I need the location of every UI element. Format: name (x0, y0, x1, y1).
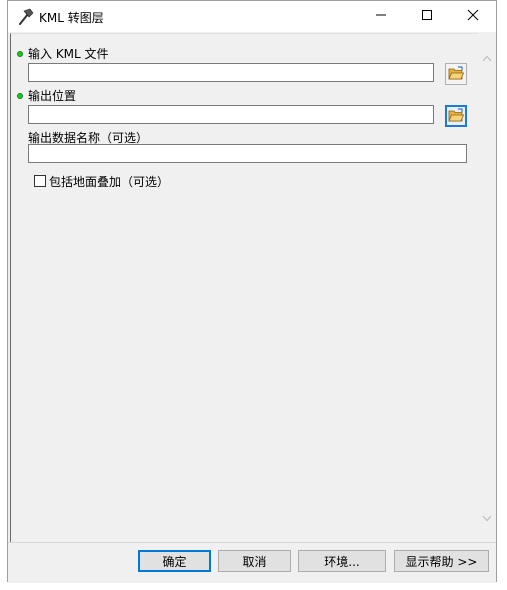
parameters-panel: 输入 KML 文件 输出位置 输出数据名称（可选） 包括地面叠加（可选） (10, 33, 478, 542)
required-indicator-icon (17, 51, 23, 57)
minimize-button[interactable] (358, 1, 404, 32)
scroll-up-icon[interactable] (482, 51, 492, 65)
scroll-down-icon[interactable] (482, 511, 492, 525)
button-bar: 确定 取消 环境... 显示帮助 >> (8, 542, 496, 583)
required-indicator-icon (17, 93, 23, 99)
open-folder-icon (448, 108, 465, 125)
hammer-icon (16, 8, 34, 26)
browse-input-kml-button[interactable] (445, 63, 467, 85)
open-folder-icon (448, 66, 465, 83)
show-help-button[interactable]: 显示帮助 >> (394, 550, 489, 572)
include-ground-overlay-label[interactable]: 包括地面叠加（可选） (49, 173, 169, 190)
environments-button[interactable]: 环境... (298, 550, 386, 572)
maximize-button[interactable] (404, 1, 450, 32)
output-name-field[interactable] (28, 144, 467, 163)
output-location-label: 输出位置 (28, 89, 77, 103)
vertical-scrollbar[interactable] (478, 33, 495, 541)
close-icon (467, 9, 479, 24)
cancel-button[interactable]: 取消 (218, 550, 291, 572)
close-button[interactable] (450, 1, 496, 32)
maximize-icon (421, 9, 433, 24)
input-kml-label: 输入 KML 文件 (28, 47, 109, 61)
minimize-icon (375, 9, 387, 24)
include-ground-overlay-checkbox[interactable] (34, 175, 46, 187)
window-title: KML 转图层 (39, 11, 104, 25)
output-location-field[interactable] (28, 105, 434, 124)
browse-output-location-button[interactable] (445, 105, 467, 127)
tool-dialog: KML 转图层 输入 KML 文件 输出位置 输出数据名称（可选） 包括地面叠加… (7, 0, 497, 583)
ok-button[interactable]: 确定 (138, 550, 211, 572)
input-kml-field[interactable] (28, 63, 434, 82)
title-bar[interactable]: KML 转图层 (8, 1, 496, 32)
